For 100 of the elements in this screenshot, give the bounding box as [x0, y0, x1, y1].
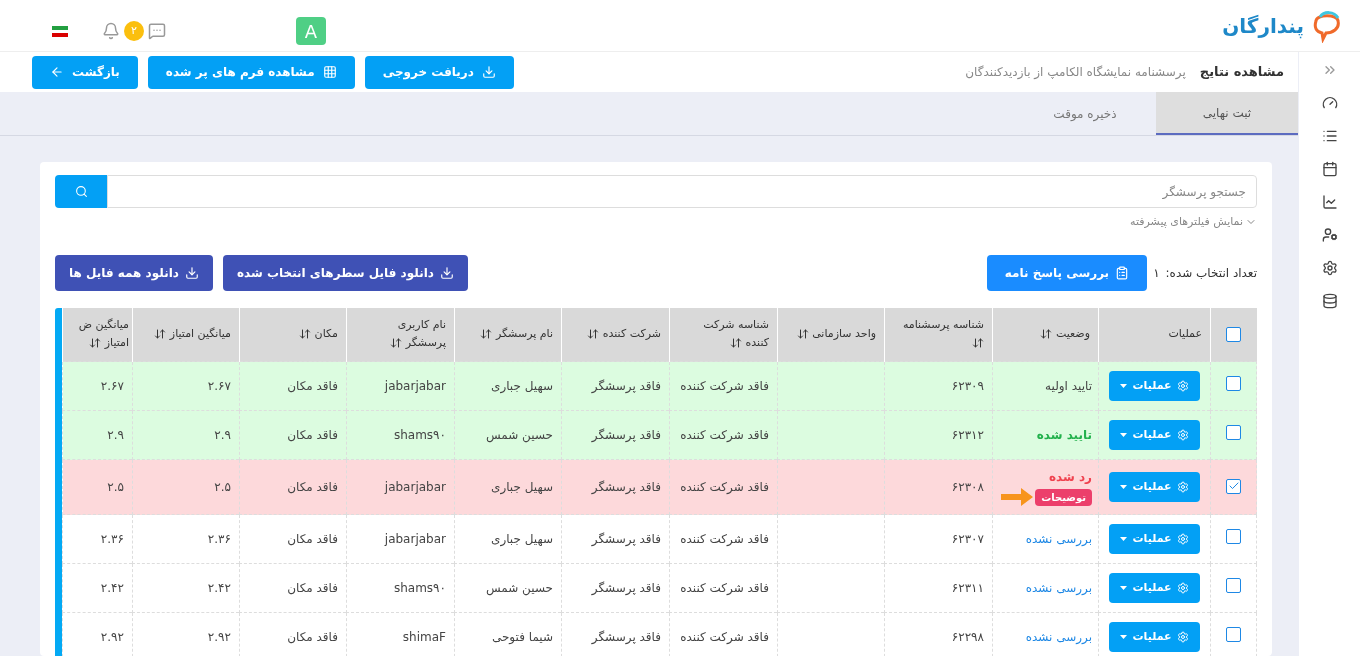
column-header[interactable]: وضعیت: [1001, 325, 1090, 344]
checkbox[interactable]: [1226, 425, 1241, 440]
status-text: بررسی نشده: [1025, 629, 1092, 646]
selected-count-label: تعداد انتخاب شده:: [1165, 264, 1257, 282]
table-cell: فاقد شرکت کننده: [680, 630, 769, 644]
gear-icon: [1176, 481, 1189, 493]
table-cell: ۶۲۲۹۸: [951, 630, 984, 644]
chart-icon[interactable]: [1321, 194, 1338, 210]
table-cell: ۲.۴۲: [100, 581, 124, 595]
column-header[interactable]: نام کاربری پرسشگر: [355, 316, 446, 353]
gear-icon: [1176, 429, 1189, 441]
column-header[interactable]: میانگین ض امتیاز: [66, 316, 129, 353]
table-cell: ۲.۵: [107, 480, 124, 494]
gear-icon: [1176, 533, 1189, 545]
table-cell: ۶۲۳۰۷: [951, 532, 984, 546]
actions-dropdown[interactable]: عملیات: [1109, 622, 1200, 652]
table-cell: فاقد شرکت کننده: [680, 581, 769, 595]
table-cell: فاقد مکان: [287, 532, 338, 546]
clipboard-icon: [1115, 265, 1130, 280]
column-header[interactable]: شرکت کننده: [570, 325, 661, 344]
brand-name: پندارگان: [1222, 12, 1304, 41]
column-header[interactable]: شناسه پرسشنامه: [893, 316, 984, 353]
settings-icon[interactable]: [1321, 260, 1338, 276]
checkbox[interactable]: [1226, 376, 1241, 391]
column-header[interactable]: مکان: [248, 325, 338, 344]
table-cell: ۲.۹: [214, 428, 231, 442]
tab[interactable]: ثبت نهایی: [1156, 92, 1298, 135]
sort-icon[interactable]: [89, 337, 102, 350]
status-text: بررسی نشده: [1025, 531, 1092, 548]
notes-badge[interactable]: توضیحات: [1035, 488, 1092, 506]
download-button[interactable]: دانلود فایل سطرهای انتخاب شده: [222, 254, 468, 291]
table-cell: فاقد مکان: [287, 480, 338, 494]
table-cell: ۲.۶۷: [207, 379, 231, 393]
gauge-icon[interactable]: [1321, 95, 1338, 111]
database-icon[interactable]: [1321, 293, 1338, 309]
message-icon[interactable]: [148, 22, 166, 40]
sort-icon[interactable]: [730, 337, 743, 350]
table-cell: ۶۲۳۰۸: [951, 480, 984, 494]
table-cell: ۲.۹: [107, 428, 124, 442]
advanced-filters-toggle[interactable]: نمایش فیلترهای پیشرفته: [1130, 214, 1257, 231]
table-cell: ۲.۳۶: [207, 532, 231, 546]
checkbox[interactable]: [1226, 627, 1241, 642]
column-header[interactable]: شناسه شرکت کننده: [678, 316, 769, 353]
table-cell: سهیل جباری: [491, 379, 553, 393]
gear-icon: [1176, 631, 1189, 643]
bell-icon[interactable]: [102, 22, 120, 40]
table-cell: فاقد مکان: [287, 428, 338, 442]
checkbox[interactable]: [1226, 578, 1241, 593]
table-cell: فاقد پرسشگر: [591, 532, 661, 546]
tab[interactable]: ذخیره موقت: [1014, 92, 1156, 135]
header-button[interactable]: دریافت خروجی: [364, 55, 514, 89]
checkbox[interactable]: [1226, 326, 1242, 342]
sort-icon[interactable]: [972, 337, 984, 350]
table-cell: jabarjabar: [384, 480, 446, 494]
table-cell: حسین شمس: [486, 581, 553, 595]
header-button[interactable]: بازگشت: [32, 55, 138, 89]
checkmark-icon: [1227, 480, 1240, 492]
sort-icon[interactable]: [299, 328, 312, 341]
sort-icon[interactable]: [390, 337, 403, 350]
status-text: تایید شده: [1036, 427, 1092, 444]
user-settings-icon[interactable]: [1321, 227, 1338, 243]
sort-icon[interactable]: [480, 328, 493, 341]
checkbox[interactable]: [1226, 529, 1241, 544]
grid-icon: [322, 65, 337, 79]
header-button[interactable]: مشاهده فرم های پر شده: [147, 55, 355, 89]
table-cell: jabarjabar: [384, 379, 446, 393]
download-button[interactable]: دانلود همه فایل ها: [55, 254, 213, 291]
actions-dropdown[interactable]: عملیات: [1109, 472, 1200, 502]
column-header[interactable]: واحد سازمانی: [786, 325, 876, 344]
sort-icon[interactable]: [154, 328, 167, 341]
table-cell: jabarjabar: [384, 532, 446, 546]
flag-icon[interactable]: [52, 25, 68, 37]
sort-icon[interactable]: [587, 328, 600, 341]
caret-icon: [1120, 433, 1128, 437]
actions-dropdown[interactable]: عملیات: [1109, 371, 1200, 401]
table-cell: سهیل جباری: [491, 532, 553, 546]
table-cell: فاقد مکان: [287, 379, 338, 393]
checkbox[interactable]: [1226, 478, 1241, 494]
actions-dropdown[interactable]: عملیات: [1109, 524, 1200, 554]
search-field[interactable]: جستجو پرسشگر: [107, 175, 1257, 208]
page-subtitle: پرسشنامه نمایشگاه الکامپ از بازدیدکنندگان: [965, 64, 1186, 81]
column-header: عملیات: [1168, 327, 1202, 340]
status-text: تایید اولیه: [1045, 378, 1092, 395]
table-cell: فاقد پرسشگر: [591, 428, 661, 442]
review-button[interactable]: بررسی پاسخ نامه: [986, 254, 1148, 291]
column-header[interactable]: میانگین امتیاز: [141, 325, 231, 344]
table-cell: ۲.۶۷: [100, 379, 124, 393]
caret-icon: [1120, 586, 1128, 590]
caret-icon: [1120, 635, 1128, 639]
calendar-icon[interactable]: [1321, 161, 1338, 177]
table-cell: فاقد شرکت کننده: [680, 480, 769, 494]
table-cell: ۲.۴۲: [207, 581, 231, 595]
sort-icon[interactable]: [796, 328, 809, 341]
list-icon[interactable]: [1321, 128, 1338, 144]
actions-dropdown[interactable]: عملیات: [1109, 573, 1200, 603]
sort-icon[interactable]: [1040, 328, 1053, 341]
table-cell: ۶۲۳۱۲: [951, 428, 984, 442]
actions-dropdown[interactable]: عملیات: [1109, 420, 1200, 450]
caret-icon: [1120, 537, 1128, 541]
column-header[interactable]: نام پرسشگر: [463, 325, 553, 344]
